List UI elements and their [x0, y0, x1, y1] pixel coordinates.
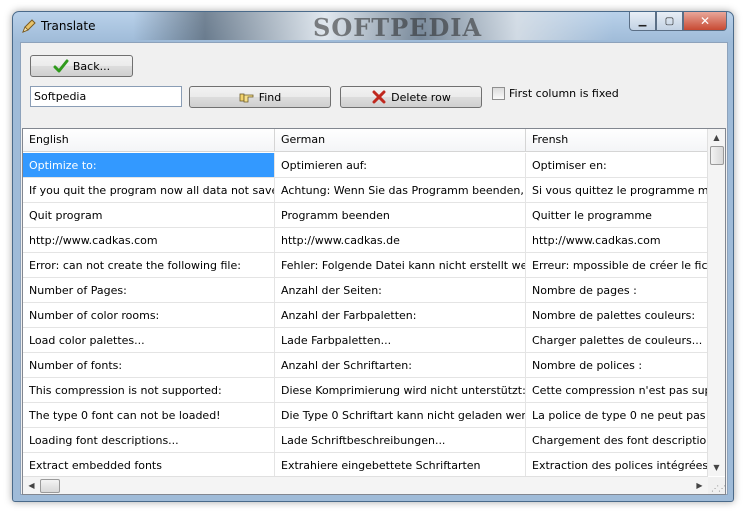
cell-german[interactable]: Die Type 0 Schriftart kann nicht geladen…	[275, 403, 526, 428]
cell-english[interactable]: Loading font descriptions...	[23, 428, 275, 453]
cell-french[interactable]: Si vous quittez le programme maintenant	[526, 178, 708, 203]
cell-german[interactable]: Optimieren auf:	[275, 153, 526, 178]
cell-french[interactable]: http://www.cadkas.com	[526, 228, 708, 253]
cell-german[interactable]: http://www.cadkas.de	[275, 228, 526, 253]
cell-german[interactable]: Anzahl der Schriftarten:	[275, 353, 526, 378]
delete-row-button-label: Delete row	[391, 90, 451, 104]
table-row[interactable]: If you quit the program now all data not…	[23, 178, 708, 203]
cell-english[interactable]: Quit program	[23, 203, 275, 228]
table-row[interactable]: Load color palettes... Lade Farbpaletten.…	[23, 328, 708, 353]
cell-german[interactable]: Anzahl der Farbpaletten:	[275, 303, 526, 328]
cell-french[interactable]: Optimiser en:	[526, 153, 708, 178]
table-row[interactable]: Number of Pages: Anzahl der Seiten: Nombre…	[23, 278, 708, 303]
cell-german[interactable]: Achtung: Wenn Sie das Programm beenden, …	[275, 178, 526, 203]
cell-german[interactable]: Lade Schriftbeschreibungen...	[275, 428, 526, 453]
checkbox-box[interactable]	[492, 87, 505, 100]
grid-viewport: English German Frensh Optimize to: Optimi…	[23, 129, 708, 476]
header-row: English German Frensh	[23, 129, 708, 153]
cell-english[interactable]: The type 0 font can not be loaded!	[23, 403, 275, 428]
first-column-fixed-label: First column is fixed	[509, 87, 619, 100]
table-rows: Optimize to: Optimieren auf: Optimiser en:…	[23, 153, 708, 476]
table-row[interactable]: Extract embedded fonts Extrahiere eingebe…	[23, 453, 708, 476]
close-button[interactable]: ✕	[683, 12, 727, 31]
first-column-fixed-checkbox[interactable]: First column is fixed	[492, 87, 619, 100]
table-row[interactable]: Optimize to: Optimieren auf: Optimiser en:	[23, 153, 708, 178]
cell-french[interactable]: Nombre de pages :	[526, 278, 708, 303]
cell-french[interactable]: Charger palettes de couleurs...	[526, 328, 708, 353]
cell-english[interactable]: This compression is not supported:	[23, 378, 275, 403]
vertical-scrollbar[interactable]: ▲ ▼	[707, 129, 725, 476]
minimize-button[interactable]: ▁	[629, 12, 656, 31]
table-row[interactable]: Quit program Programm beenden Quitter le p…	[23, 203, 708, 228]
cell-english[interactable]: Number of fonts:	[23, 353, 275, 378]
column-header-french[interactable]: Frensh	[526, 129, 708, 152]
cell-german[interactable]: Fehler: Folgende Datei kann nicht erstel…	[275, 253, 526, 278]
cell-english[interactable]: Load color palettes...	[23, 328, 275, 353]
table-row[interactable]: This compression is not supported: Diese …	[23, 378, 708, 403]
find-button-label: Find	[258, 90, 282, 104]
cell-french[interactable]: Quitter le programme	[526, 203, 708, 228]
cell-french[interactable]: Cette compression n'est pas supportée	[526, 378, 708, 403]
column-header-english[interactable]: English	[23, 129, 275, 152]
cell-german[interactable]: Diese Komprimierung wird nicht unterstüt…	[275, 378, 526, 403]
cell-english[interactable]: If you quit the program now all data not…	[23, 178, 275, 203]
softpedia-watermark: SOFTPEDIA	[313, 13, 483, 42]
cell-german[interactable]: Programm beenden	[275, 203, 526, 228]
scroll-up-arrow-icon[interactable]: ▲	[708, 129, 725, 146]
cell-french[interactable]: Erreur: mpossible de créer le fichier su…	[526, 253, 708, 278]
vertical-scroll-thumb[interactable]	[710, 146, 724, 165]
cell-english[interactable]: Extract embedded fonts	[23, 453, 275, 476]
green-check-icon	[53, 59, 69, 73]
cell-german[interactable]: Anzahl der Seiten:	[275, 278, 526, 303]
table-row[interactable]: http://www.cadkas.com http://www.cadkas.d…	[23, 228, 708, 253]
cell-french[interactable]: Nombre de polices :	[526, 353, 708, 378]
translation-grid: English German Frensh Optimize to: Optimi…	[22, 128, 726, 495]
resize-grip-icon[interactable]: ⋰⋰	[711, 484, 726, 493]
caption-buttons: ▁ ▢ ✕	[629, 12, 727, 32]
cell-german[interactable]: Lade Farbpaletten...	[275, 328, 526, 353]
search-input[interactable]: Softpedia	[30, 86, 182, 107]
cell-english[interactable]: Number of color rooms:	[23, 303, 275, 328]
table-row[interactable]: Number of fonts: Anzahl der Schriftarten:…	[23, 353, 708, 378]
cell-french[interactable]: Extraction des polices intégrées	[526, 453, 708, 476]
delete-row-button[interactable]: Delete row	[340, 86, 482, 108]
cell-french[interactable]: Nombre de palettes couleurs:	[526, 303, 708, 328]
cell-french[interactable]: La police de type 0 ne peut pas être	[526, 403, 708, 428]
cell-german[interactable]: Extrahiere eingebettete Schriftarten	[275, 453, 526, 476]
cell-english[interactable]: http://www.cadkas.com	[23, 228, 275, 253]
pencil-app-icon	[22, 19, 36, 33]
back-button[interactable]: Back...	[30, 55, 133, 77]
maximize-button[interactable]: ▢	[656, 12, 683, 31]
cell-english[interactable]: Number of Pages:	[23, 278, 275, 303]
scroll-down-arrow-icon[interactable]: ▼	[708, 459, 725, 476]
table-row[interactable]: Error: can not create the following file…	[23, 253, 708, 278]
table-row[interactable]: Loading font descriptions... Lade Schrift…	[23, 428, 708, 453]
title-bar[interactable]: SOFTPEDIA Translate ▁ ▢ ✕	[13, 12, 733, 42]
back-button-label: Back...	[72, 59, 111, 73]
hand-pointer-icon	[239, 93, 254, 103]
table-row[interactable]: Number of color rooms: Anzahl der Farbpal…	[23, 303, 708, 328]
cell-french[interactable]: Chargement des font descriptions en	[526, 428, 708, 453]
red-x-icon	[372, 90, 386, 104]
translate-window: SOFTPEDIA Translate ▁ ▢ ✕ Back... Softpe…	[12, 11, 734, 502]
table-row[interactable]: The type 0 font can not be loaded! Die Ty…	[23, 403, 708, 428]
column-header-german[interactable]: German	[275, 129, 526, 152]
window-title: Translate	[41, 19, 96, 33]
find-button[interactable]: Find	[189, 86, 331, 108]
status-bar: ⋰⋰	[21, 480, 727, 494]
client-area: Back... Softpedia Find Delete row First …	[20, 42, 728, 495]
cell-english[interactable]: Error: can not create the following file…	[23, 253, 275, 278]
cell-english[interactable]: Optimize to:	[23, 153, 275, 178]
